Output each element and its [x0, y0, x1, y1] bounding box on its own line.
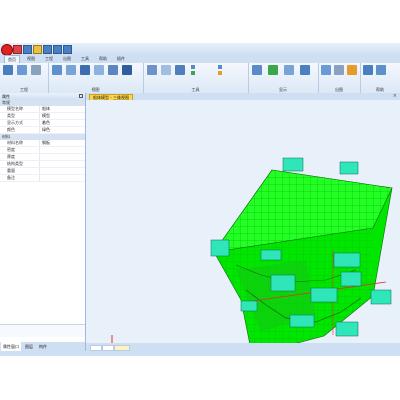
viewport-status-bar	[86, 343, 400, 351]
tab-components[interactable]: 构件	[37, 342, 49, 351]
quick-access-toolbar	[13, 45, 72, 54]
tab-layers[interactable]: 图层	[23, 342, 35, 351]
ribbon-tab-tools[interactable]: 工具	[78, 55, 92, 63]
zoom-window-icon[interactable]	[94, 65, 104, 75]
ribbon-group-drawing: 出图	[318, 63, 361, 93]
save-icon[interactable]	[43, 45, 52, 54]
ribbon-tab-project[interactable]: 工程	[42, 55, 56, 63]
export-icon[interactable]	[321, 65, 331, 75]
panel-title: 属性	[2, 94, 10, 99]
ribbon-tab-drawing[interactable]: 出图	[60, 55, 74, 63]
display-mode-icon[interactable]	[252, 65, 262, 75]
property-row[interactable]: 密度	[0, 147, 85, 154]
close-icon[interactable]: ×	[393, 94, 397, 99]
property-row[interactable]: 模型名称 船体	[0, 106, 85, 113]
report-icon[interactable]	[347, 65, 357, 75]
ribbon-group-tools: 工具	[143, 63, 249, 93]
ribbon-group-display: 显示	[248, 63, 319, 93]
ribbon-group-project: 工程	[0, 63, 49, 93]
property-row[interactable]: 颜色 绿色	[0, 127, 85, 134]
about-icon[interactable]	[376, 65, 386, 75]
print-icon[interactable]	[53, 45, 62, 54]
document-tabs: 船体模型 - 三维视图 ×	[86, 93, 400, 102]
manual-icon[interactable]	[363, 65, 373, 75]
annotation-label	[282, 157, 304, 172]
measure-icon[interactable]	[122, 65, 132, 75]
pin-icon[interactable]	[79, 94, 83, 98]
property-description	[0, 324, 85, 337]
rotate-icon[interactable]	[52, 65, 62, 75]
section-icon[interactable]	[147, 65, 157, 75]
panel-bottom-tabs: 属性窗口 图层 构件	[0, 342, 85, 351]
annotation-label	[260, 249, 282, 261]
property-row[interactable]: 结构类型	[0, 161, 85, 168]
annotation-label	[333, 252, 361, 268]
ribbon-tab-view[interactable]: 视图	[24, 55, 38, 63]
label-icon[interactable]	[300, 65, 310, 75]
tool-option-2[interactable]	[191, 71, 196, 75]
new-project-icon[interactable]	[3, 65, 13, 75]
ribbon-tab-help[interactable]: 帮助	[96, 55, 110, 63]
annotation-label	[289, 314, 315, 328]
annotation-label	[310, 287, 338, 303]
property-row[interactable]: 显示方式 着色	[0, 120, 85, 127]
pan-icon[interactable]	[66, 65, 76, 75]
select-icon[interactable]	[161, 65, 171, 75]
title-bar	[0, 43, 400, 56]
app-status-bar	[0, 351, 400, 356]
tool-option-3[interactable]	[218, 65, 223, 69]
tool-option-1[interactable]	[191, 65, 196, 69]
annotation-label	[270, 274, 296, 292]
annotation-label	[370, 289, 392, 305]
ribbon-group-help: 帮助	[360, 63, 400, 93]
open-project-icon[interactable]	[17, 65, 27, 75]
import-icon[interactable]	[31, 65, 41, 75]
annotation-label	[210, 239, 230, 257]
ribbon-toolbar: 工程 视图 工具 显示 出图 帮助	[0, 63, 400, 94]
tab-properties[interactable]: 属性窗口	[1, 342, 21, 351]
axis-triad	[111, 335, 126, 351]
tool-option-4[interactable]	[218, 71, 223, 75]
property-row[interactable]: 材料名称 钢板	[0, 140, 85, 147]
ribbon-tabs: 首页 视图 工程 出图 工具 帮助 插件	[0, 55, 400, 63]
fit-view-icon[interactable]	[108, 65, 118, 75]
color-icon[interactable]	[268, 65, 278, 75]
annotation-label	[335, 321, 359, 337]
annotation-label	[340, 271, 362, 287]
zoom-icon[interactable]	[80, 65, 90, 75]
panel-header: 属性	[0, 93, 85, 100]
hull-model-view	[111, 157, 393, 351]
properties-panel: 属性 常规 模型名称 船体 类型 模型 显示方式 着色 颜色 绿色 材料 材料名称 钢板 …	[0, 93, 86, 351]
application-window: 首页 视图 工程 出图 工具 帮助 插件 工程 视图 工具 显示 出图 帮助 属…	[0, 43, 400, 351]
property-row[interactable]: 厚度	[0, 154, 85, 161]
print-drawing-icon[interactable]	[334, 65, 344, 75]
annotation-label	[339, 161, 359, 175]
redo-icon[interactable]	[23, 45, 32, 54]
undo-icon[interactable]	[13, 45, 22, 54]
3d-viewport[interactable]	[86, 100, 400, 351]
filter-icon[interactable]	[175, 65, 185, 75]
annotation-label	[240, 300, 258, 312]
property-row[interactable]: 备注	[0, 175, 85, 182]
layer-icon[interactable]	[284, 65, 294, 75]
ribbon-tab-home[interactable]: 首页	[4, 55, 20, 63]
help-icon[interactable]	[63, 45, 72, 54]
ribbon-tab-plugins[interactable]: 插件	[114, 55, 128, 63]
ribbon-group-view: 视图	[48, 63, 144, 93]
property-row[interactable]: 重量	[0, 168, 85, 175]
open-icon[interactable]	[33, 45, 42, 54]
property-row[interactable]: 类型 模型	[0, 113, 85, 120]
